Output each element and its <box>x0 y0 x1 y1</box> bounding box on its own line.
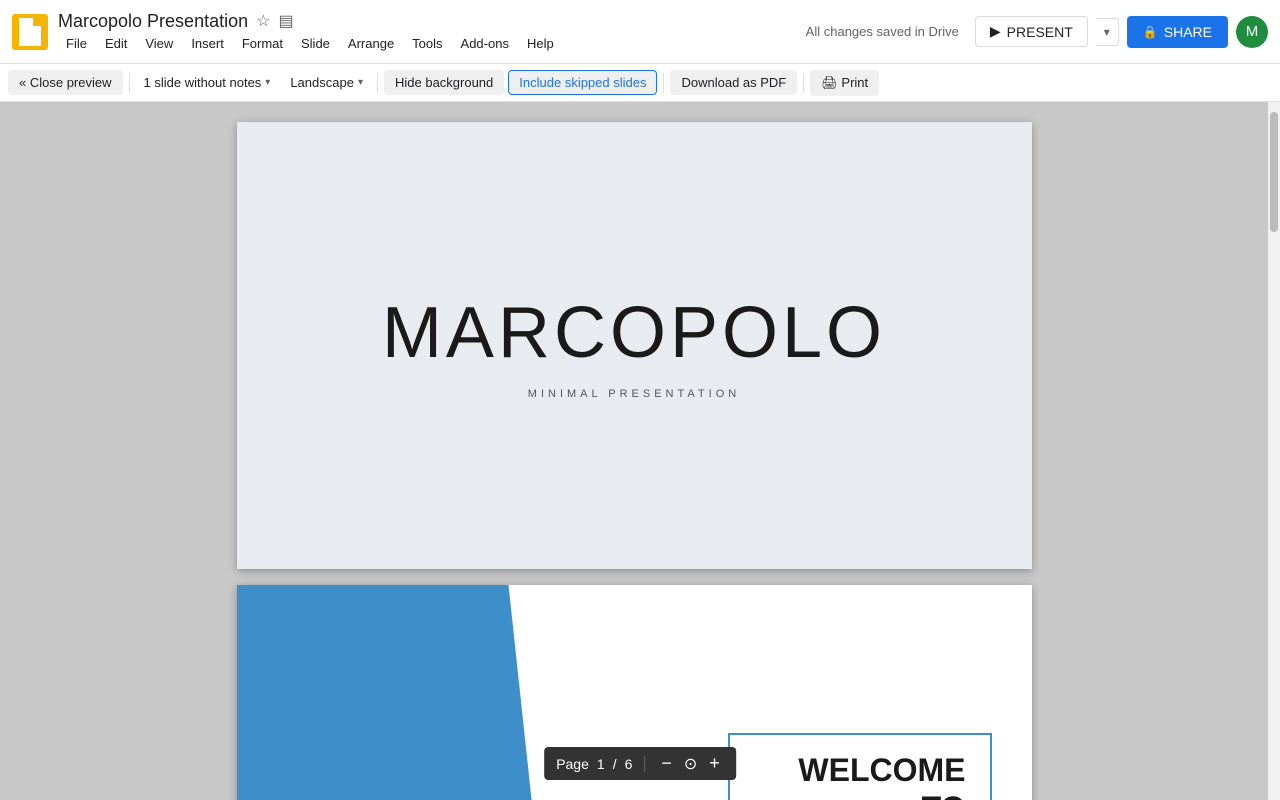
toolbar-divider-2 <box>377 73 378 93</box>
slide-1: MARCOPOLO MINIMAL PRESENTATION <box>237 122 1032 569</box>
title-row: Marcopolo Presentation ☆ ▤ <box>58 11 790 32</box>
toolbar-divider-1 <box>129 73 130 93</box>
title-section: Marcopolo Presentation ☆ ▤ File Edit Vie… <box>58 11 790 53</box>
menu-addons[interactable]: Add-ons <box>453 34 517 53</box>
share-label: SHARE <box>1164 24 1212 40</box>
save-status: All changes saved in Drive <box>806 24 959 39</box>
menu-view[interactable]: View <box>137 34 181 53</box>
slide-view-dropdown[interactable]: 1 slide without notes ▾ <box>136 71 279 94</box>
main-content: MARCOPOLO MINIMAL PRESENTATION WELCOME T… <box>0 102 1280 800</box>
share-button[interactable]: 🔒 SHARE <box>1127 16 1228 48</box>
avatar[interactable]: M <box>1236 16 1268 48</box>
print-label: Print <box>841 75 868 90</box>
slide-2-title: WELCOME TO MARCOPOLO <box>754 751 966 800</box>
page-counter-divider <box>644 756 645 772</box>
menu-tools[interactable]: Tools <box>404 34 450 53</box>
document-title[interactable]: Marcopolo Presentation <box>58 11 248 32</box>
include-skipped-button[interactable]: Include skipped slides <box>508 70 657 95</box>
menu-help[interactable]: Help <box>519 34 562 53</box>
orientation-caret: ▾ <box>358 77 363 88</box>
app-icon <box>12 14 48 50</box>
page-counter: Page 1 / 6 − ⊙ + <box>544 747 736 780</box>
slide-2-left-bg <box>237 585 557 800</box>
page-separator: / <box>613 756 617 772</box>
slide-1-title: MARCOPOLO <box>382 292 886 374</box>
present-button[interactable]: ▶ PRESENT <box>975 16 1088 47</box>
menu-slide[interactable]: Slide <box>293 34 338 53</box>
slide-2-line2: TO <box>754 789 966 800</box>
menu-edit[interactable]: Edit <box>97 34 135 53</box>
scrollbar-thumb[interactable] <box>1270 112 1278 232</box>
page-current: 1 <box>597 756 605 772</box>
present-dropdown[interactable]: ▾ <box>1096 18 1119 46</box>
menu-row: File Edit View Insert Format Slide Arran… <box>58 34 790 53</box>
top-bar: Marcopolo Presentation ☆ ▤ File Edit Vie… <box>0 0 1280 64</box>
print-button[interactable]: 🖨 Print <box>810 70 879 96</box>
close-preview-button[interactable]: « Close preview <box>8 70 123 95</box>
menu-arrange[interactable]: Arrange <box>340 34 402 53</box>
toolbar-divider-4 <box>803 73 804 93</box>
slide-view-caret: ▾ <box>265 77 270 88</box>
menu-file[interactable]: File <box>58 34 95 53</box>
slide-2-text-box: WELCOME TO MARCOPOLO <box>728 733 992 800</box>
print-icon: 🖨 <box>821 75 838 90</box>
download-pdf-button[interactable]: Download as PDF <box>670 70 797 95</box>
present-label: PRESENT <box>1007 24 1073 40</box>
hide-background-button[interactable]: Hide background <box>384 70 504 95</box>
scrollbar-track[interactable] <box>1268 102 1280 800</box>
slide-1-subtitle: MINIMAL PRESENTATION <box>528 388 740 400</box>
orientation-label: Landscape <box>290 75 354 90</box>
page-total: 6 <box>625 756 633 772</box>
zoom-out-button[interactable]: − <box>657 753 676 774</box>
slide-2-line1: WELCOME <box>754 751 966 789</box>
title-icons: ☆ ▤ <box>256 11 293 31</box>
slide-view-label: 1 slide without notes <box>144 75 262 90</box>
zoom-icon: ⊙ <box>684 754 697 774</box>
toolbar-divider-3 <box>663 73 664 93</box>
menu-format[interactable]: Format <box>234 34 291 53</box>
star-icon[interactable]: ☆ <box>256 11 270 31</box>
toolbar: « Close preview 1 slide without notes ▾ … <box>0 64 1280 102</box>
page-label: Page <box>556 756 589 772</box>
top-actions: ▶ PRESENT ▾ 🔒 SHARE M <box>975 16 1268 48</box>
menu-insert[interactable]: Insert <box>183 34 232 53</box>
orientation-dropdown[interactable]: Landscape ▾ <box>282 71 371 94</box>
slide-1-wrapper: MARCOPOLO MINIMAL PRESENTATION <box>237 122 1032 569</box>
slides-area[interactable]: MARCOPOLO MINIMAL PRESENTATION WELCOME T… <box>0 102 1268 800</box>
folder-icon[interactable]: ▤ <box>278 11 293 31</box>
zoom-in-button[interactable]: + <box>705 753 724 774</box>
